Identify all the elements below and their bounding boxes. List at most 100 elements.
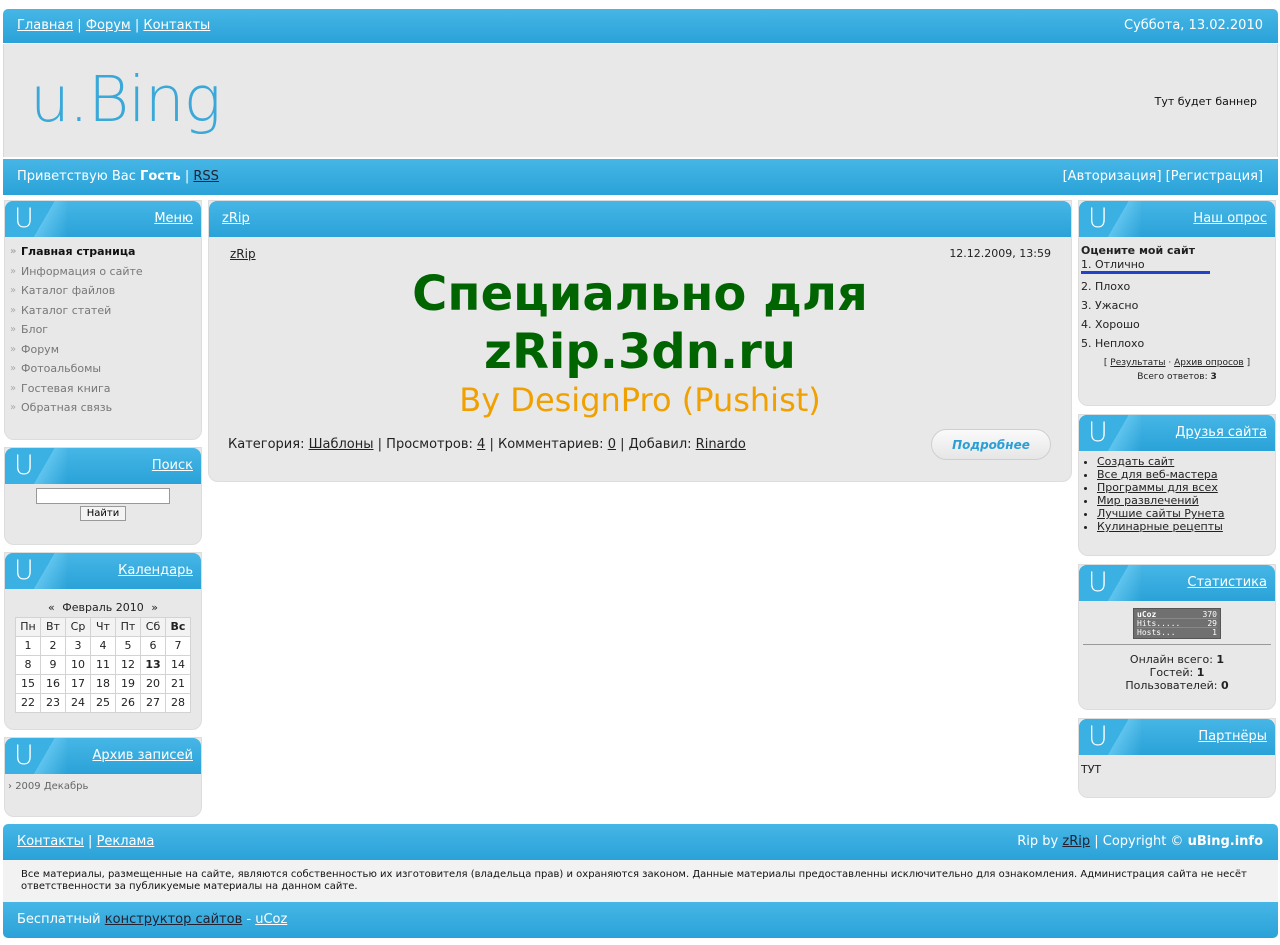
nav-home-link[interactable]: Главная bbox=[17, 18, 73, 33]
comments-link[interactable]: 0 bbox=[608, 437, 616, 452]
register-link[interactable]: [Регистрация] bbox=[1166, 169, 1263, 184]
calendar-day[interactable]: 9 bbox=[40, 654, 66, 675]
poll-option: 4. Хорошо bbox=[1081, 318, 1140, 331]
content-block: zRip zRip 12.12.2009, 13:59 Специально д… bbox=[208, 200, 1072, 482]
site-logo[interactable]: u.Bing bbox=[30, 60, 221, 140]
calendar-day[interactable]: 23 bbox=[40, 692, 66, 713]
next-month-link[interactable]: » bbox=[151, 601, 158, 614]
calendar-day[interactable]: 6 bbox=[140, 635, 166, 656]
menu-item-articles[interactable]: Каталог статей bbox=[7, 301, 201, 321]
calendar-day[interactable]: 20 bbox=[140, 673, 166, 694]
category-link[interactable]: Шаблоны bbox=[309, 437, 374, 452]
calendar-day[interactable]: 15 bbox=[15, 673, 41, 694]
block-u-icon: U bbox=[1079, 719, 1141, 755]
calendar-day[interactable]: 10 bbox=[65, 654, 91, 675]
menu-item-blog[interactable]: Блог bbox=[7, 320, 201, 340]
calendar-day[interactable]: 1 bbox=[15, 635, 41, 656]
calendar-day[interactable]: 5 bbox=[115, 635, 141, 656]
builder-link[interactable]: конструктор сайтов bbox=[105, 912, 242, 927]
friends-block-header: U Друзья сайта bbox=[1079, 415, 1275, 451]
nav-forum-link[interactable]: Форум bbox=[86, 18, 131, 33]
post-author-link[interactable]: zRip bbox=[230, 247, 256, 261]
menu-item-home[interactable]: Главная страница bbox=[7, 242, 201, 262]
rip-link[interactable]: zRip bbox=[1062, 834, 1090, 849]
calendar-day[interactable]: 27 bbox=[140, 692, 166, 713]
calendar-day[interactable]: 28 bbox=[165, 692, 191, 713]
calendar-day[interactable]: 11 bbox=[90, 654, 116, 675]
search-button[interactable]: Найти bbox=[79, 506, 127, 521]
post-date: 12.12.2009, 13:59 bbox=[949, 247, 1051, 260]
menu-title-link[interactable]: Меню bbox=[154, 211, 193, 226]
free-text: Бесплатный bbox=[17, 912, 101, 927]
prev-month-link[interactable]: « bbox=[48, 601, 55, 614]
calendar-title-link[interactable]: Календарь bbox=[118, 563, 193, 578]
friends-title-link[interactable]: Друзья сайта bbox=[1175, 425, 1267, 440]
archive-item[interactable]: › 2009 Декабрь bbox=[5, 774, 201, 792]
block-u-icon: U bbox=[1079, 565, 1141, 601]
banner-placeholder: Тут будет баннер bbox=[1154, 95, 1257, 108]
stats-title-link[interactable]: Статистика bbox=[1187, 575, 1267, 590]
calendar-day[interactable]: 14 bbox=[165, 654, 191, 675]
partners-title-link[interactable]: Партнёры bbox=[1198, 729, 1267, 744]
ucoz-link[interactable]: uCoz bbox=[255, 912, 287, 927]
nav-contacts-link[interactable]: Контакты bbox=[143, 18, 210, 33]
friend-link[interactable]: Кулинарные рецепты bbox=[1097, 520, 1275, 533]
block-u-icon: U bbox=[5, 201, 67, 237]
poll-archive-link[interactable]: Архив опросов bbox=[1174, 358, 1244, 368]
poll-results-link[interactable]: Результаты bbox=[1110, 358, 1165, 368]
more-button[interactable]: Подробнее bbox=[931, 429, 1051, 460]
calendar-day[interactable]: 21 bbox=[165, 673, 191, 694]
partners-text: ТУТ bbox=[1081, 763, 1102, 776]
ucoz-counter[interactable]: uCoz 370 Hits..... 29 Hosts... 1 bbox=[1133, 608, 1221, 639]
rss-link[interactable]: RSS bbox=[193, 169, 219, 184]
calendar-day[interactable]: 26 bbox=[115, 692, 141, 713]
menu-item-files[interactable]: Каталог файлов bbox=[7, 281, 201, 301]
rip-by-text: Rip by bbox=[1017, 834, 1059, 849]
calendar-day[interactable]: 4 bbox=[90, 635, 116, 656]
views-link[interactable]: 4 bbox=[477, 437, 485, 452]
menu-item-photos[interactable]: Фотоальбомы bbox=[7, 359, 201, 379]
calendar-month: Февраль 2010 bbox=[62, 600, 144, 614]
calendar-day[interactable]: 13 bbox=[140, 654, 166, 675]
search-input[interactable] bbox=[36, 488, 170, 504]
menu-item-feedback[interactable]: Обратная связь bbox=[7, 398, 201, 418]
menu-item-forum[interactable]: Форум bbox=[7, 340, 201, 360]
calendar-day[interactable]: 7 bbox=[165, 635, 191, 656]
friend-link[interactable]: Мир развлечений bbox=[1097, 494, 1275, 507]
calendar-day[interactable]: 3 bbox=[65, 635, 91, 656]
author-link[interactable]: Rinardo bbox=[696, 437, 746, 452]
calendar-day[interactable]: 8 bbox=[15, 654, 41, 675]
search-title-link[interactable]: Поиск bbox=[152, 458, 193, 473]
friend-link[interactable]: Лучшие сайты Рунета bbox=[1097, 507, 1275, 520]
post-meta: Категория: Шаблоны | Просмотров: 4 | Ком… bbox=[228, 437, 746, 452]
calendar-day[interactable]: 22 bbox=[15, 692, 41, 713]
friend-link[interactable]: Создать сайт bbox=[1097, 455, 1275, 468]
poll-title-link[interactable]: Наш опрос bbox=[1193, 211, 1267, 226]
current-date: Суббота, 13.02.2010 bbox=[1124, 18, 1263, 33]
footer-contacts-link[interactable]: Контакты bbox=[17, 834, 84, 849]
calendar-day[interactable]: 19 bbox=[115, 673, 141, 694]
footer-ads-link[interactable]: Реклама bbox=[97, 834, 155, 849]
poll-option: 3. Ужасно bbox=[1081, 299, 1139, 312]
block-u-icon: U bbox=[5, 553, 67, 589]
calendar-day[interactable]: 25 bbox=[90, 692, 116, 713]
poll-option: 1. Отлично bbox=[1081, 258, 1145, 271]
friend-link[interactable]: Все для веб-мастера bbox=[1097, 468, 1275, 481]
calendar-day[interactable]: 17 bbox=[65, 673, 91, 694]
login-link[interactable]: [Авторизация] bbox=[1063, 169, 1162, 184]
calendar-day[interactable]: 24 bbox=[65, 692, 91, 713]
calendar-day[interactable]: 12 bbox=[115, 654, 141, 675]
friend-link[interactable]: Программы для всех bbox=[1097, 481, 1275, 494]
menu-item-guestbook[interactable]: Гостевая книга bbox=[7, 379, 201, 399]
stats-block: U Статистика uCoz 370 Hits..... 29 Hosts..… bbox=[1078, 564, 1276, 710]
poll-option: 2. Плохо bbox=[1081, 280, 1131, 293]
calendar-day[interactable]: 16 bbox=[40, 673, 66, 694]
post-headline: Специально для zRip.3dn.ru bbox=[412, 266, 868, 380]
archive-title-link[interactable]: Архив записей bbox=[92, 748, 193, 763]
disclaimer: Все материалы, размещенные на сайте, явл… bbox=[3, 860, 1278, 902]
menu-item-about[interactable]: Информация о сайте bbox=[7, 262, 201, 282]
dash-text: - bbox=[246, 912, 252, 927]
calendar-day[interactable]: 18 bbox=[90, 673, 116, 694]
content-title-link[interactable]: zRip bbox=[222, 211, 250, 226]
calendar-day[interactable]: 2 bbox=[40, 635, 66, 656]
